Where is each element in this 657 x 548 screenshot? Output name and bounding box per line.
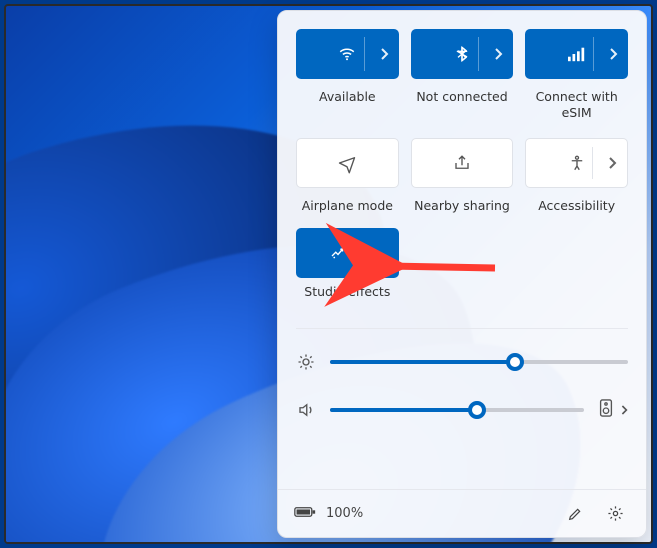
studio-effects-icon	[329, 244, 347, 262]
battery-icon[interactable]	[294, 505, 316, 523]
wifi-tile[interactable]	[296, 29, 399, 79]
wifi-icon	[338, 45, 356, 63]
signal-bars-icon	[568, 46, 586, 62]
chevron-right-icon[interactable]	[620, 400, 628, 419]
volume-slider[interactable]	[296, 399, 628, 421]
airplane-icon	[338, 154, 356, 172]
studio-effects-tile[interactable]	[296, 228, 399, 278]
brightness-icon	[296, 353, 316, 371]
chevron-right-icon[interactable]	[493, 48, 503, 60]
studio-effects-label: Studio effects	[296, 278, 399, 314]
chevron-right-icon[interactable]	[355, 241, 365, 253]
quick-settings-footer: 100%	[278, 489, 646, 537]
accessibility-tile[interactable]	[525, 138, 628, 188]
brightness-slider[interactable]	[296, 353, 628, 371]
settings-button[interactable]	[600, 499, 630, 529]
cellular-tile[interactable]	[525, 29, 628, 79]
edit-quick-settings-button[interactable]	[560, 499, 590, 529]
nearby-sharing-tile[interactable]	[411, 138, 514, 188]
bluetooth-label: Not connected	[411, 83, 514, 134]
cellular-label: Connect with eSIM	[525, 83, 628, 134]
chevron-right-icon[interactable]	[379, 48, 389, 60]
airplane-mode-tile[interactable]	[296, 138, 399, 188]
bluetooth-tile[interactable]	[411, 29, 514, 79]
share-icon	[453, 154, 471, 172]
volume-icon	[296, 401, 316, 419]
wifi-label: Available	[296, 83, 399, 134]
quick-settings-panel: Available Not connected Connect with eSI…	[277, 10, 647, 538]
bluetooth-icon	[454, 45, 470, 63]
airplane-label: Airplane mode	[296, 192, 399, 228]
nearby-label: Nearby sharing	[411, 192, 514, 228]
audio-output-icon[interactable]	[598, 399, 614, 421]
accessibility-label: Accessibility	[525, 192, 628, 228]
accessibility-icon	[568, 154, 586, 172]
battery-text: 100%	[326, 506, 363, 521]
chevron-right-icon[interactable]	[607, 157, 617, 169]
chevron-right-icon[interactable]	[608, 48, 618, 60]
